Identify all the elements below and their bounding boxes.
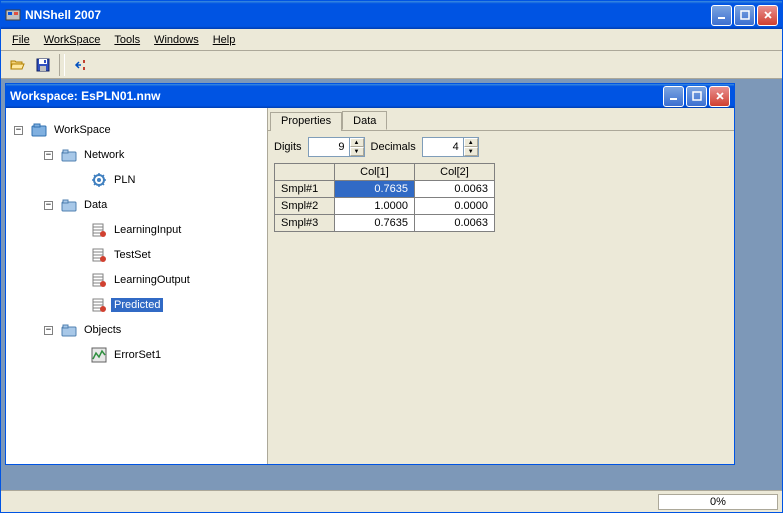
table-row[interactable]: Smpl#1 0.7635 0.0063: [275, 181, 495, 198]
tab-content: Digits ▲ ▼ Decimals: [268, 130, 734, 464]
menu-tools[interactable]: Tools: [107, 32, 147, 48]
table-row[interactable]: Smpl#3 0.7635 0.0063: [275, 215, 495, 232]
decimals-input[interactable]: [423, 141, 463, 153]
chart-icon: [91, 347, 107, 363]
main-window-controls: [711, 5, 778, 26]
open-button[interactable]: [5, 53, 29, 77]
maximize-button[interactable]: [734, 5, 755, 26]
digits-spinner[interactable]: ▲ ▼: [308, 137, 365, 157]
table-cell[interactable]: 0.0000: [415, 198, 495, 215]
tree-testset-label: TestSet: [111, 248, 154, 262]
workspace-titlebar[interactable]: Workspace: EsPLN01.nnw: [6, 84, 734, 108]
mdi-client-area: Workspace: EsPLN01.nnw − WorkSpace −: [1, 79, 782, 490]
save-button[interactable]: [31, 53, 55, 77]
decimals-up[interactable]: ▲: [464, 138, 478, 147]
table-cell[interactable]: 0.7635: [335, 181, 415, 198]
format-controls: Digits ▲ ▼ Decimals: [274, 137, 728, 157]
tree-learning-input-label: LearningInput: [111, 223, 184, 237]
tree-data-label: Data: [81, 198, 110, 212]
workspace-close-button[interactable]: [709, 86, 730, 107]
menu-windows[interactable]: Windows: [147, 32, 206, 48]
table-cell[interactable]: 0.0063: [415, 181, 495, 198]
tree-predicted[interactable]: Predicted: [10, 296, 263, 314]
tree-panel[interactable]: − WorkSpace − Network PLN: [6, 108, 268, 464]
menu-file[interactable]: File: [5, 32, 37, 48]
col-header-1[interactable]: Col[1]: [335, 164, 415, 181]
data-table[interactable]: Col[1] Col[2] Smpl#1 0.7635 0.0063 Smpl#…: [274, 163, 495, 232]
workspace-minimize-button[interactable]: [663, 86, 684, 107]
toolbar-separator: [59, 54, 65, 76]
workspace-window: Workspace: EsPLN01.nnw − WorkSpace −: [5, 83, 735, 465]
collapse-icon[interactable]: −: [44, 151, 53, 160]
close-button[interactable]: [757, 5, 778, 26]
table-row[interactable]: Smpl#2 1.0000 0.0000: [275, 198, 495, 215]
decimals-spinner[interactable]: ▲ ▼: [422, 137, 479, 157]
tree-network[interactable]: − Network: [10, 146, 263, 164]
tree-errorset[interactable]: ErrorSet1: [10, 346, 263, 364]
dataset-icon: [91, 247, 107, 263]
decimals-down[interactable]: ▼: [464, 147, 478, 156]
menubar: File WorkSpace Tools Windows Help: [1, 29, 782, 51]
folder-icon: [61, 147, 77, 163]
tree-objects-label: Objects: [81, 323, 124, 337]
digits-down[interactable]: ▼: [350, 147, 364, 156]
folder-icon: [61, 197, 77, 213]
app-title: NNShell 2007: [25, 8, 711, 22]
tree-data[interactable]: − Data: [10, 196, 263, 214]
tree-pln-label: PLN: [111, 173, 138, 187]
digits-up[interactable]: ▲: [350, 138, 364, 147]
workspace-body: − WorkSpace − Network PLN: [6, 108, 734, 464]
tree-errorset-label: ErrorSet1: [111, 348, 164, 362]
dataset-icon: [91, 272, 107, 288]
digits-label: Digits: [274, 141, 302, 153]
minimize-button[interactable]: [711, 5, 732, 26]
menu-help[interactable]: Help: [206, 32, 243, 48]
indent-button[interactable]: [69, 53, 93, 77]
row-header[interactable]: Smpl#2: [275, 198, 335, 215]
tree-learning-input[interactable]: LearningInput: [10, 221, 263, 239]
app-icon: [5, 7, 21, 23]
main-titlebar[interactable]: NNShell 2007: [1, 1, 782, 29]
row-header[interactable]: Smpl#3: [275, 215, 335, 232]
gear-icon: [91, 172, 107, 188]
table-corner[interactable]: [275, 164, 335, 181]
tabs: Properties Data: [268, 108, 734, 130]
menu-workspace[interactable]: WorkSpace: [37, 32, 108, 48]
toolbar: [1, 51, 782, 79]
tree-predicted-label: Predicted: [111, 298, 163, 312]
col-header-2[interactable]: Col[2]: [415, 164, 495, 181]
progress-cell: 0%: [658, 494, 778, 510]
tree-pln[interactable]: PLN: [10, 171, 263, 189]
collapse-icon[interactable]: −: [44, 201, 53, 210]
main-window: NNShell 2007 File WorkSpace Tools Window…: [0, 0, 783, 513]
tree-objects[interactable]: − Objects: [10, 321, 263, 339]
tree-network-label: Network: [81, 148, 127, 162]
collapse-icon[interactable]: −: [44, 326, 53, 335]
statusbar: 0%: [1, 490, 782, 512]
tab-properties[interactable]: Properties: [270, 112, 342, 131]
decimals-label: Decimals: [371, 141, 416, 153]
workspace-folder-icon: [31, 122, 47, 138]
tree-learning-output[interactable]: LearningOutput: [10, 271, 263, 289]
workspace-maximize-button[interactable]: [686, 86, 707, 107]
workspace-title: Workspace: EsPLN01.nnw: [10, 89, 663, 103]
table-cell[interactable]: 0.0063: [415, 215, 495, 232]
table-cell[interactable]: 0.7635: [335, 215, 415, 232]
folder-icon: [61, 322, 77, 338]
digits-input[interactable]: [309, 141, 349, 153]
tab-data[interactable]: Data: [342, 111, 387, 130]
tree-testset[interactable]: TestSet: [10, 246, 263, 264]
workspace-window-controls: [663, 86, 730, 107]
collapse-icon[interactable]: −: [14, 126, 23, 135]
table-cell[interactable]: 1.0000: [335, 198, 415, 215]
right-panel: Properties Data Digits ▲ ▼: [268, 108, 734, 464]
dataset-icon: [91, 297, 107, 313]
tree-root[interactable]: − WorkSpace: [10, 121, 263, 139]
dataset-icon: [91, 222, 107, 238]
tree-root-label: WorkSpace: [51, 123, 114, 137]
row-header[interactable]: Smpl#1: [275, 181, 335, 198]
tree-learning-output-label: LearningOutput: [111, 273, 193, 287]
